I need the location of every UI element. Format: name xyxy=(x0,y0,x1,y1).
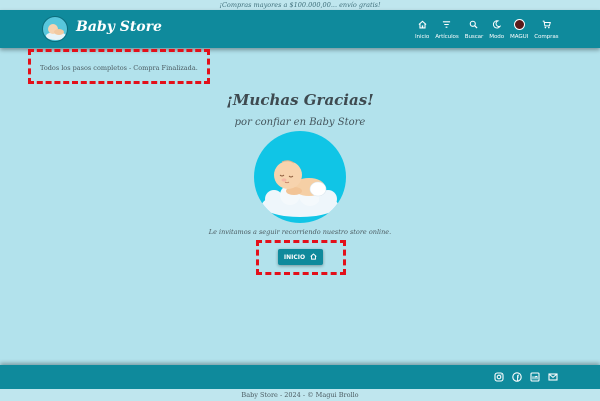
page-subtitle: por confiar en Baby Store xyxy=(234,117,366,128)
nav-item-modo[interactable]: Modo xyxy=(486,16,507,46)
copyright: Baby Store - 2024 - © Magui Brollo xyxy=(0,389,600,401)
home-icon xyxy=(416,18,428,30)
nav-item-user[interactable]: MAGUI xyxy=(507,16,531,46)
search-icon xyxy=(468,18,480,30)
sleeping-baby-image xyxy=(254,131,346,223)
cart-icon xyxy=(540,18,552,30)
nav-item-compras[interactable]: Compras xyxy=(531,16,561,46)
inicio-button-label: INICIO xyxy=(283,253,306,261)
social-links xyxy=(494,372,558,382)
nav-label: MAGUI xyxy=(510,34,529,40)
nav-item-articulos[interactable]: Artículos xyxy=(432,16,462,46)
filter-icon xyxy=(441,18,453,30)
brand-name[interactable]: Baby Store xyxy=(76,19,162,35)
nav-label: Inicio xyxy=(415,34,430,40)
instagram-icon[interactable] xyxy=(494,372,504,382)
mail-icon[interactable] xyxy=(548,372,558,382)
nav-item-inicio[interactable]: Inicio xyxy=(412,16,432,46)
nav-label: Modo xyxy=(489,34,505,40)
navbar: Baby Store Inicio Artículos Buscar Modo xyxy=(0,10,600,48)
avatar-icon xyxy=(513,18,525,30)
nav-label: Compras xyxy=(534,34,559,40)
footer xyxy=(0,365,600,389)
facebook-icon[interactable] xyxy=(512,372,522,382)
inicio-button[interactable]: INICIO xyxy=(278,249,323,265)
moon-icon xyxy=(491,18,503,30)
main-nav: Inicio Artículos Buscar Modo MAGUI Compr… xyxy=(412,16,561,46)
nav-label: Artículos xyxy=(435,34,459,40)
promo-banner: ¡Compras mayores a $100.000,00... envío … xyxy=(0,0,600,10)
invite-text: Le invitamos a seguir recorriendo nuestr… xyxy=(208,228,392,236)
brand-logo[interactable] xyxy=(42,16,68,42)
nav-label: Buscar xyxy=(464,34,484,40)
status-message: Todos los pasos completos - Compra Final… xyxy=(40,64,198,72)
page-title: ¡Muchas Gracias! xyxy=(226,91,374,109)
nav-item-buscar[interactable]: Buscar xyxy=(462,16,487,46)
linkedin-icon[interactable] xyxy=(530,372,540,382)
home-icon xyxy=(310,252,317,262)
